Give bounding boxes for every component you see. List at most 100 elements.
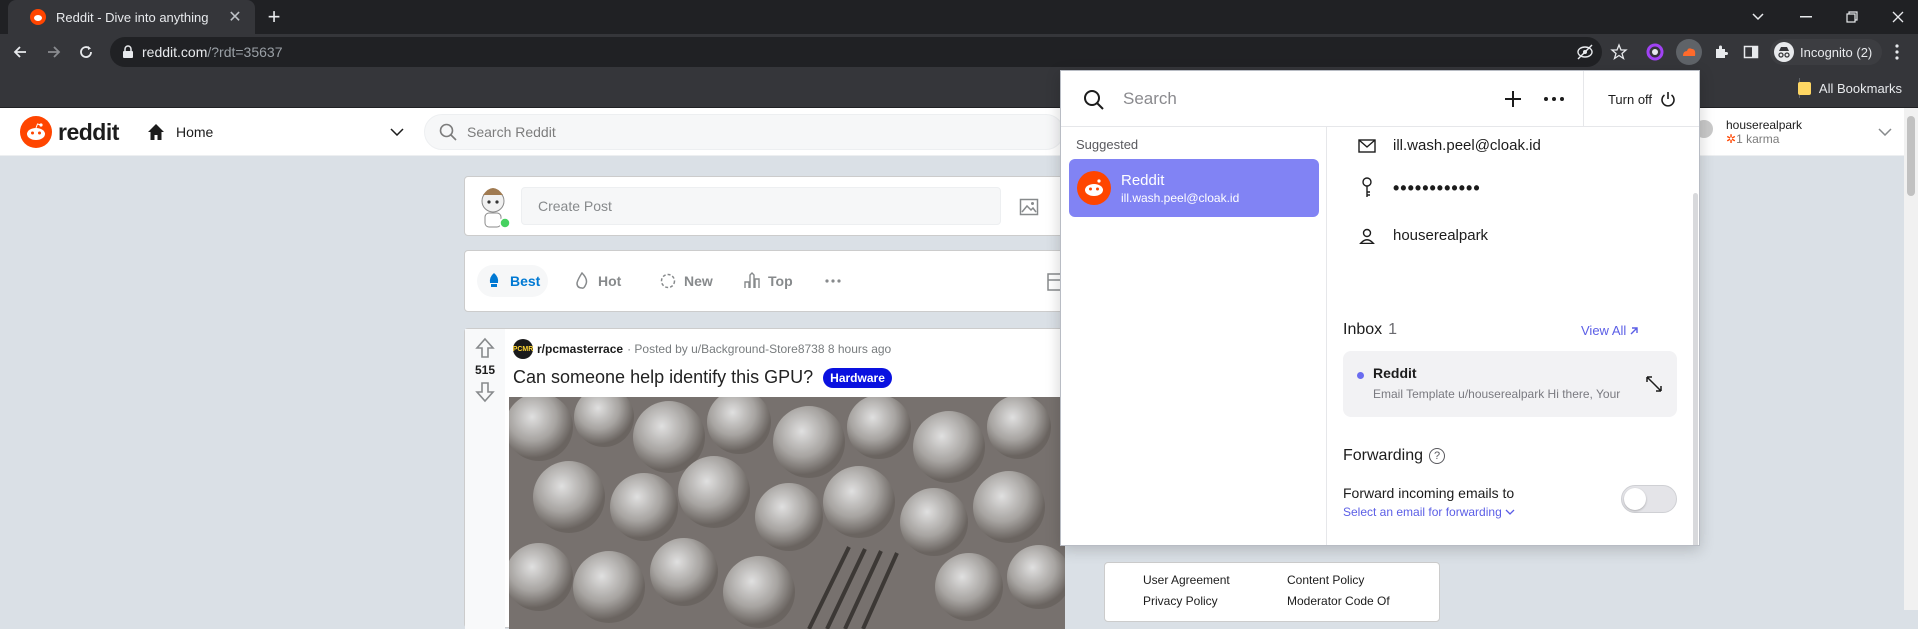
identity-password-field[interactable]: •••••••••••• xyxy=(1357,177,1481,199)
suggested-identity-reddit[interactable]: Reddit ill.wash.peel@cloak.id xyxy=(1069,159,1319,217)
suggested-label: Suggested xyxy=(1076,137,1139,152)
view-all-link[interactable]: View All xyxy=(1581,323,1639,338)
sort-new-button[interactable]: New xyxy=(651,265,721,297)
side-panel-icon[interactable] xyxy=(1742,43,1760,61)
identity-email-field[interactable]: ill.wash.peel@cloak.id xyxy=(1357,137,1541,154)
username-label: houserealpark xyxy=(1726,118,1803,132)
identity-username-value: houserealpark xyxy=(1393,227,1489,244)
turn-off-label: Turn off xyxy=(1607,91,1653,107)
home-dropdown[interactable]: Home xyxy=(146,116,404,148)
incognito-profile-button[interactable]: Incognito (2) xyxy=(1770,39,1883,65)
sort-top-button[interactable]: Top xyxy=(735,265,801,297)
user-avatar[interactable] xyxy=(473,183,513,231)
post-card[interactable]: 515 PCMR r/pcmasterrace · Posted by u/Ba… xyxy=(464,328,1065,629)
url-text: reddit.com/?rdt=35637 xyxy=(142,44,283,60)
turn-off-button[interactable]: Turn off xyxy=(1587,85,1697,113)
add-identity-plus-icon[interactable] xyxy=(1499,85,1527,113)
image-upload-icon[interactable] xyxy=(1019,197,1039,217)
user-chevron-down-icon xyxy=(1878,128,1892,136)
subreddit-link[interactable]: r/pcmasterrace xyxy=(537,342,623,356)
chart-up-icon xyxy=(744,272,760,288)
extensions-puzzle-icon[interactable] xyxy=(1712,43,1730,61)
reddit-identity-icon xyxy=(1077,171,1111,205)
reload-icon[interactable] xyxy=(74,40,98,64)
home-icon xyxy=(146,122,166,142)
unread-dot xyxy=(1357,372,1364,379)
page-scrollbar[interactable] xyxy=(1904,108,1918,610)
cloaked-extension-icon[interactable] xyxy=(1676,39,1702,65)
identity-list-panel: Suggested Reddit ill.wash.peel@cloak.id xyxy=(1061,127,1327,545)
search-icon xyxy=(439,123,457,141)
reddit-favicon-icon xyxy=(30,9,46,25)
message-preview: Email Template u/houserealpark Hi there,… xyxy=(1373,387,1621,401)
tab-close-icon[interactable]: ✕ xyxy=(225,7,245,27)
home-label: Home xyxy=(176,124,214,140)
select-forwarding-email-link[interactable]: Select an email for forwarding xyxy=(1343,505,1515,519)
tab-title: Reddit - Dive into anything xyxy=(56,9,209,25)
bookmark-star-icon[interactable] xyxy=(1610,43,1628,61)
restore-icon[interactable] xyxy=(1838,5,1866,29)
reddit-search-input[interactable] xyxy=(467,124,967,140)
tab-search-chevron-icon[interactable] xyxy=(1744,5,1772,29)
popup-scrollbar[interactable] xyxy=(1693,193,1698,545)
post-meta: PCMR r/pcmasterrace · Posted by u/Backgr… xyxy=(513,339,891,359)
popup-more-options-icon[interactable] xyxy=(1539,85,1569,113)
site-info-icon[interactable] xyxy=(122,45,134,59)
popup-search-icon xyxy=(1083,89,1105,111)
header-divider xyxy=(1583,71,1584,127)
user-dropdown[interactable]: houserealpark ✲1 karma xyxy=(1692,114,1892,150)
forward-arrow-icon[interactable] xyxy=(42,40,66,64)
sort-best-button[interactable]: Best xyxy=(477,265,549,297)
post-title[interactable]: Can someone help identify this GPU? xyxy=(513,367,813,388)
toggle-knob xyxy=(1624,488,1646,510)
back-arrow-icon[interactable] xyxy=(8,40,32,64)
forwarding-toggle[interactable] xyxy=(1621,485,1677,513)
downvote-arrow-icon[interactable] xyxy=(475,381,495,403)
privacy-policy-link[interactable]: Privacy Policy xyxy=(1143,594,1218,608)
expand-icon[interactable] xyxy=(1645,375,1663,393)
content-policy-link[interactable]: Content Policy xyxy=(1287,573,1364,587)
window-close-icon[interactable] xyxy=(1884,5,1912,29)
flame-icon xyxy=(576,272,588,289)
reddit-snoo-icon xyxy=(20,116,52,148)
arrow-up-right-icon xyxy=(1630,326,1638,334)
identity-username-field[interactable]: houserealpark xyxy=(1357,227,1488,244)
reddit-logo[interactable]: reddit xyxy=(20,116,119,148)
identity-password-value: •••••••••••• xyxy=(1393,177,1481,198)
reddit-wordmark: reddit xyxy=(58,118,119,145)
forwarding-label: Forward incoming emails to xyxy=(1343,485,1515,501)
all-bookmarks-button[interactable]: All Bookmarks xyxy=(1797,81,1902,96)
address-bar[interactable]: reddit.com/?rdt=35637 xyxy=(110,37,1628,67)
new-tab-button[interactable]: + xyxy=(262,6,286,30)
browser-menu-icon[interactable] xyxy=(1888,43,1906,61)
minimize-icon[interactable] xyxy=(1792,5,1820,29)
color-extension-icon[interactable] xyxy=(1646,43,1664,61)
popup-search-input[interactable] xyxy=(1123,87,1423,111)
folder-icon xyxy=(1797,82,1811,95)
moderator-code-link[interactable]: Moderator Code Of xyxy=(1287,594,1390,608)
sort-more-icon[interactable] xyxy=(817,265,849,297)
post-flair[interactable]: Hardware xyxy=(823,367,892,388)
reddit-search-bar[interactable] xyxy=(424,114,1064,150)
identity-email-value: ill.wash.peel@cloak.id xyxy=(1393,137,1541,154)
create-post-input[interactable] xyxy=(521,187,1001,225)
page-scrollbar-thumb[interactable] xyxy=(1907,116,1915,196)
inbox-message[interactable]: Reddit Email Template u/houserealpark Hi… xyxy=(1343,351,1677,417)
user-info: houserealpark ✲1 karma xyxy=(1726,118,1878,146)
browser-tab-reddit[interactable]: Reddit - Dive into anything ✕ xyxy=(8,0,255,34)
third-party-cookies-blocked-icon[interactable] xyxy=(1576,44,1594,60)
all-bookmarks-label: All Bookmarks xyxy=(1818,81,1902,96)
post-title-row[interactable]: Can someone help identify this GPU? Hard… xyxy=(513,367,892,388)
sort-hot-button[interactable]: Hot xyxy=(565,265,629,297)
help-question-icon[interactable]: ? xyxy=(1429,448,1446,464)
forwarding-title: Forwarding ? xyxy=(1343,447,1446,465)
post-image[interactable] xyxy=(509,397,1065,629)
upvote-arrow-icon[interactable] xyxy=(475,337,495,359)
post-author-time: · Posted by u/Background-Store8738 8 hou… xyxy=(627,342,892,356)
user-agreement-link[interactable]: User Agreement xyxy=(1143,573,1230,587)
subreddit-icon[interactable]: PCMR xyxy=(513,339,533,359)
chevron-down-icon xyxy=(1505,509,1515,515)
vote-count: 515 xyxy=(474,363,496,377)
envelope-icon xyxy=(1357,138,1377,153)
cloaked-extension-popup: Turn off Suggested Reddit ill.wash.peel@… xyxy=(1060,70,1700,546)
